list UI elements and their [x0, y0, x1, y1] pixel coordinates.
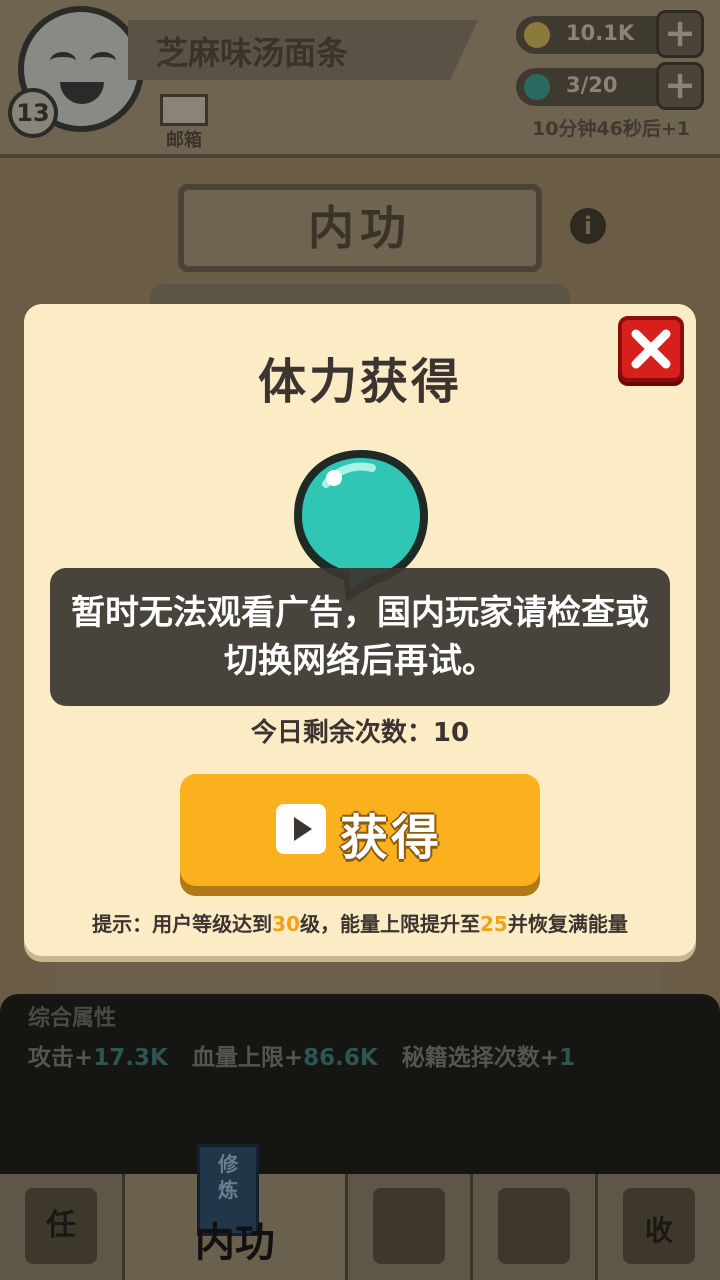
remaining-count-text: 今日剩余次数：10: [24, 712, 696, 749]
top-bar: 13 芝麻味汤面条 邮箱 10.1K + 3/20 + 10分钟46秒后+1: [0, 0, 720, 158]
mail-icon: [160, 94, 208, 126]
attack-value: 17.3K: [93, 1045, 168, 1071]
shop-icon-label: 收: [644, 1214, 673, 1247]
hint-text: 提示：用户等级达到30级，能量上限提升至25并恢复满能量: [24, 908, 696, 937]
tab-tasks[interactable]: 任: [0, 1174, 126, 1280]
tab-shop[interactable]: 收: [598, 1174, 720, 1280]
energy-counter: 3/20 +: [516, 62, 704, 110]
hint-cap: 25: [480, 912, 508, 936]
remaining-count: 10: [432, 718, 470, 748]
avatar-eye-right: [90, 52, 116, 70]
tab-equipment[interactable]: [473, 1174, 598, 1280]
hint-suffix: 并恢复满能量: [507, 912, 628, 936]
close-button[interactable]: [618, 316, 684, 382]
avatar-mouth: [60, 82, 104, 104]
page-title: 内功: [308, 201, 412, 255]
energy-orb-icon: [524, 74, 550, 100]
hint-level: 30: [272, 912, 300, 936]
hp-value: 86.6K: [303, 1045, 378, 1071]
stats-panel: 综合属性 攻击+17.3K 血量上限+86.6K 秘籍选择次数+1: [0, 994, 720, 1174]
play-video-icon: [276, 804, 326, 854]
tab-neigong-label: 内功: [194, 1220, 275, 1266]
tab-neigong[interactable]: 修炼 内功: [125, 1144, 348, 1280]
player-name-plate: 芝麻味汤面条: [128, 20, 478, 80]
level-badge: 13: [8, 88, 58, 138]
info-icon[interactable]: i: [570, 208, 606, 244]
secret-label: 秘籍选择次数+: [401, 1045, 560, 1071]
page-title-frame: 内功: [178, 184, 542, 272]
dialog-title: 体力获得: [257, 354, 462, 410]
add-energy-button[interactable]: +: [656, 62, 704, 110]
hint-mid: 级，能量上限提升至: [300, 912, 480, 936]
coin-value: 10.1K: [566, 21, 635, 45]
toast-text: 暂时无法观看广告，国内玩家请检查或切换网络后再试。: [71, 593, 649, 681]
mail-label: 邮箱: [166, 130, 202, 151]
add-coins-button[interactable]: +: [656, 10, 704, 58]
tab-battle[interactable]: [348, 1174, 473, 1280]
stats-row: 攻击+17.3K 血量上限+86.6K 秘籍选择次数+1: [28, 1038, 575, 1072]
mail-button[interactable]: 邮箱: [156, 94, 212, 151]
stats-heading: 综合属性: [28, 1006, 117, 1031]
avatar-eye-left: [50, 52, 76, 70]
hint-prefix: 提示：用户等级达到: [92, 912, 273, 936]
bottom-nav: 任 修炼 内功 收: [0, 1144, 720, 1280]
player-name: 芝麻味汤面条: [156, 34, 349, 72]
shop-icon: 收: [622, 1188, 695, 1264]
attack-label: 攻击+: [28, 1045, 94, 1071]
book-label: 修炼: [218, 1152, 239, 1202]
energy-value: 3/20: [566, 73, 618, 97]
coin-counter: 10.1K +: [516, 10, 704, 58]
scroll-icon: 任: [25, 1188, 98, 1264]
get-energy-button[interactable]: 获得: [180, 774, 540, 886]
remaining-label: 今日剩余次数：: [250, 718, 433, 748]
coin-icon: [524, 22, 550, 48]
get-button-label: 获得: [340, 810, 443, 866]
tasks-icon-label: 任: [46, 1208, 77, 1243]
helmet-icon: [497, 1188, 570, 1264]
secret-value: 1: [559, 1045, 576, 1071]
crossed-swords-icon: [372, 1188, 445, 1264]
close-icon: [631, 329, 671, 369]
toast-message: 暂时无法观看广告，国内玩家请检查或切换网络后再试。: [50, 568, 670, 706]
energy-recover-timer: 10分钟46秒后+1: [531, 118, 690, 140]
hp-label: 血量上限+: [191, 1045, 304, 1071]
